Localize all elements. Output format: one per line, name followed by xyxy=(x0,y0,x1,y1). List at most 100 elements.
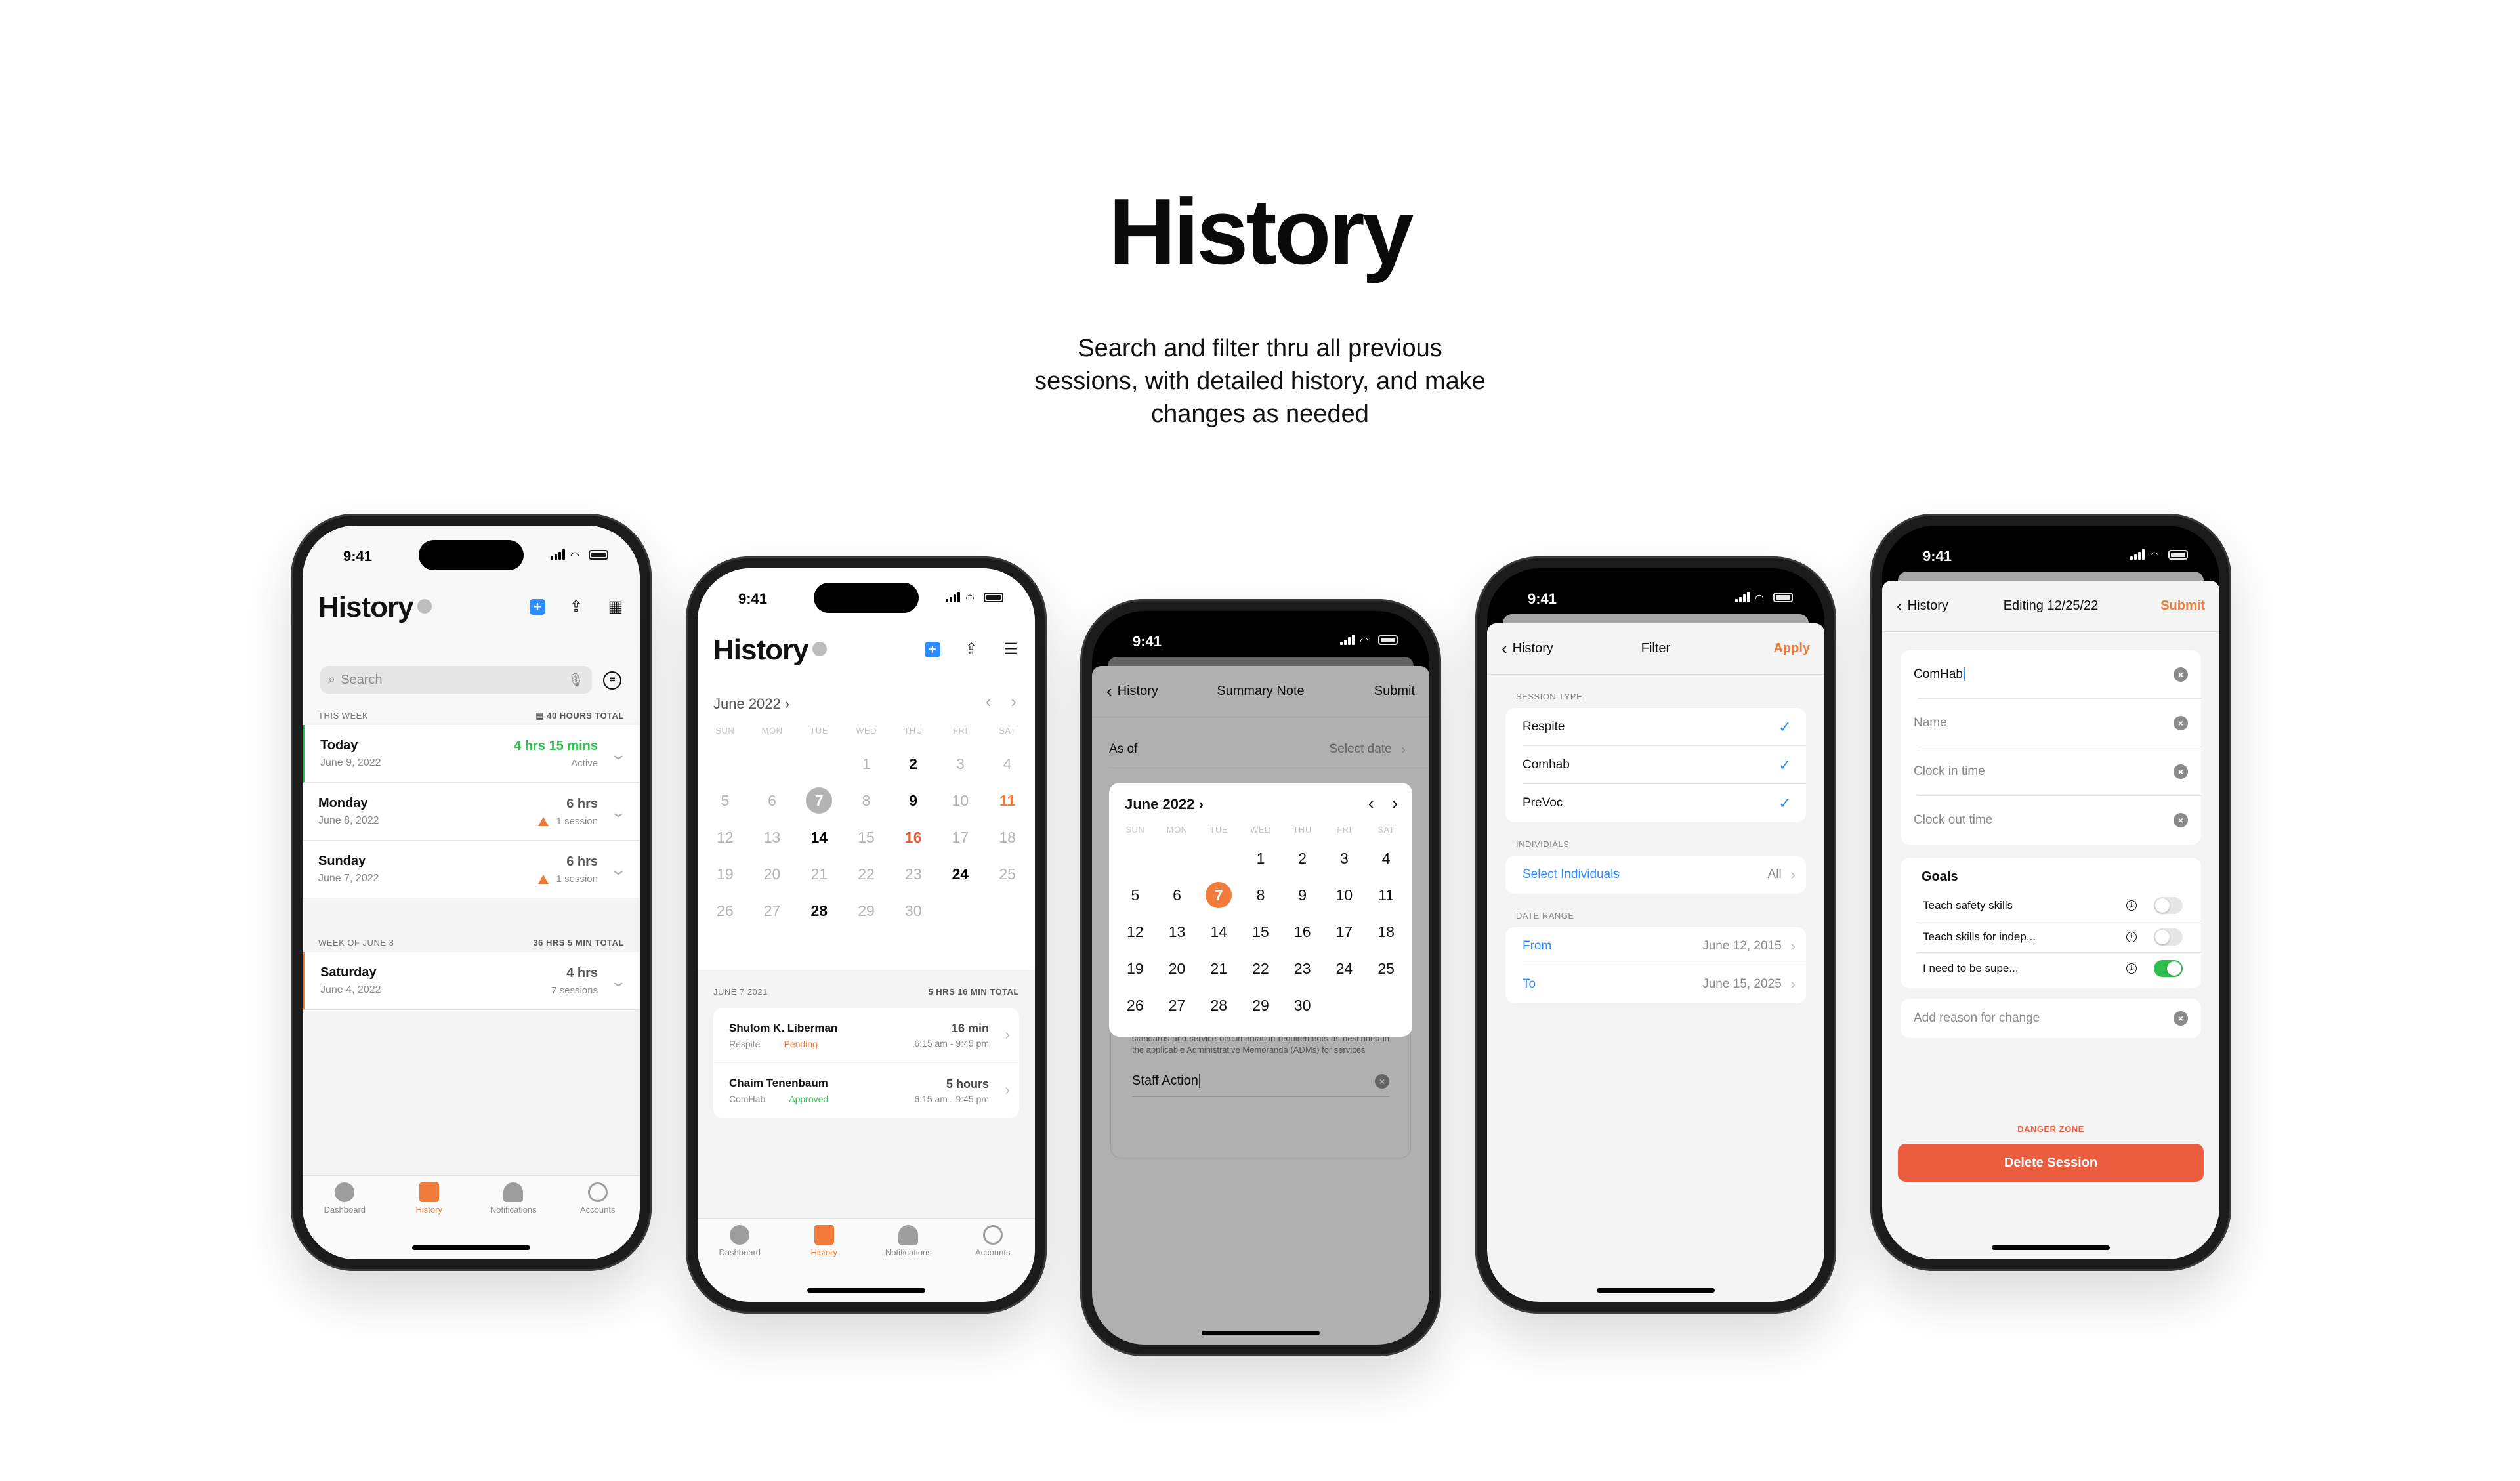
info-icon[interactable]: i xyxy=(2126,932,2137,942)
calendar-day[interactable]: 15 xyxy=(843,819,890,856)
prev-month-button[interactable]: ‹ xyxy=(986,692,992,712)
add-session-button[interactable]: + xyxy=(925,642,940,657)
session-type-field[interactable]: ComHab × xyxy=(1900,650,2201,699)
session-type-respite[interactable]: Respite ✓ xyxy=(1505,708,1806,746)
add-session-button[interactable]: + xyxy=(530,599,545,615)
calendar-day[interactable]: 20 xyxy=(1156,950,1198,987)
calendar-day[interactable]: 23 xyxy=(1282,950,1324,987)
tab-accounts[interactable]: Accounts xyxy=(565,1182,631,1259)
calendar-day[interactable]: 24 xyxy=(937,856,984,892)
calendar-day[interactable]: 14 xyxy=(1198,913,1240,950)
calendar-day[interactable]: 13 xyxy=(1156,913,1198,950)
chevron-down-icon[interactable]: ⌄ xyxy=(610,862,627,879)
calendar-day[interactable]: 17 xyxy=(937,819,984,856)
calendar-day[interactable]: 11 xyxy=(1365,877,1407,913)
session-type-comhab[interactable]: Comhab ✓ xyxy=(1505,746,1806,784)
goal-toggle[interactable] xyxy=(2154,960,2183,977)
clock-out-field[interactable]: Clock out time × xyxy=(1900,796,2201,845)
calendar-day[interactable]: 1 xyxy=(843,745,890,782)
day-row[interactable]: Saturday June 4, 2022 4 hrs 7 sessions ⌄ xyxy=(303,952,640,1010)
calendar-day[interactable]: 3 xyxy=(937,745,984,782)
back-button[interactable]: ‹ History xyxy=(1897,596,1948,616)
to-date-row[interactable]: To June 15, 2025 › xyxy=(1505,965,1806,1003)
goal-toggle[interactable] xyxy=(2154,928,2183,946)
calendar-day[interactable]: 19 xyxy=(702,856,749,892)
calendar-day[interactable]: 18 xyxy=(984,819,1031,856)
tab-dashboard[interactable]: Dashboard xyxy=(707,1225,772,1302)
calendar-day[interactable]: 29 xyxy=(843,892,890,929)
calendar-day[interactable]: 3 xyxy=(1324,840,1366,877)
calendar-day[interactable]: 22 xyxy=(1240,950,1282,987)
delete-session-button[interactable]: Delete Session xyxy=(1898,1144,2204,1182)
list-view-icon[interactable]: ☰ xyxy=(1002,640,1019,659)
search-input[interactable]: ⌕ Search 🎙 xyxy=(320,666,592,694)
month-selector[interactable]: June 2022 › xyxy=(713,696,789,713)
screen-title[interactable]: History xyxy=(318,591,432,624)
calendar-day[interactable]: 29 xyxy=(1240,987,1282,1024)
filter-button[interactable]: ≡ xyxy=(603,671,621,690)
clear-icon[interactable]: × xyxy=(2174,813,2188,827)
clear-icon[interactable]: × xyxy=(2174,716,2188,730)
calendar-day[interactable]: 25 xyxy=(984,856,1031,892)
share-icon[interactable]: ⇪ xyxy=(568,598,585,616)
chevron-down-icon[interactable] xyxy=(417,599,432,614)
session-row[interactable]: Chaim Tenenbaum ComHab Approved 5 hours 6:1… xyxy=(713,1063,1019,1118)
next-month-button[interactable]: › xyxy=(1011,692,1017,712)
calendar-day[interactable]: 25 xyxy=(1365,950,1407,987)
calendar-day[interactable]: 4 xyxy=(984,745,1031,782)
calendar-day[interactable]: 1 xyxy=(1240,840,1282,877)
calendar-day[interactable]: 26 xyxy=(1114,987,1156,1024)
calendar-day[interactable]: 16 xyxy=(890,819,937,856)
name-field[interactable]: Name × xyxy=(1900,699,2201,747)
calendar-day[interactable]: 8 xyxy=(843,782,890,819)
calendar-day[interactable]: 19 xyxy=(1114,950,1156,987)
calendar-day[interactable]: 23 xyxy=(890,856,937,892)
chevron-down-icon[interactable]: ⌄ xyxy=(610,973,627,990)
session-type-prevoc[interactable]: PreVoc ✓ xyxy=(1505,784,1806,822)
month-selector[interactable]: June 2022 › xyxy=(1125,796,1204,813)
calendar-day[interactable]: 16 xyxy=(1282,913,1324,950)
select-individuals-row[interactable]: Select Individuals All › xyxy=(1505,856,1806,894)
calendar-day[interactable]: 27 xyxy=(749,892,796,929)
clear-icon[interactable]: × xyxy=(2174,667,2188,682)
calendar-day[interactable]: 26 xyxy=(702,892,749,929)
info-icon[interactable]: i xyxy=(2126,963,2137,974)
tab-accounts[interactable]: Accounts xyxy=(960,1225,1026,1302)
calendar-day[interactable]: 11 xyxy=(984,782,1031,819)
day-row[interactable]: Sunday June 7, 2022 6 hrs 1 session ⌄ xyxy=(303,841,640,898)
calendar-day[interactable]: 21 xyxy=(1198,950,1240,987)
tab-dashboard[interactable]: Dashboard xyxy=(312,1182,377,1259)
calendar-day[interactable]: 2 xyxy=(890,745,937,782)
calendar-day[interactable]: 20 xyxy=(749,856,796,892)
prev-month-button[interactable]: ‹ xyxy=(1368,793,1374,814)
calendar-day[interactable]: 12 xyxy=(1114,913,1156,950)
calendar-day[interactable]: 10 xyxy=(937,782,984,819)
calendar-day[interactable]: 12 xyxy=(702,819,749,856)
screen-title[interactable]: History xyxy=(713,634,827,667)
back-button[interactable]: ‹ History xyxy=(1502,638,1553,659)
calendar-day[interactable]: 7 xyxy=(795,782,843,819)
submit-button[interactable]: Submit xyxy=(2160,598,2205,614)
clear-icon[interactable]: × xyxy=(2174,764,2188,779)
calendar-view-icon[interactable]: ▦ xyxy=(607,598,624,616)
calendar-day[interactable]: 10 xyxy=(1324,877,1366,913)
chevron-down-icon[interactable]: ⌄ xyxy=(610,746,627,763)
calendar-day[interactable]: 5 xyxy=(702,782,749,819)
calendar-day[interactable]: 21 xyxy=(795,856,843,892)
share-icon[interactable]: ⇪ xyxy=(963,640,980,659)
reason-input[interactable]: Add reason for change × xyxy=(1900,999,2201,1038)
calendar-day[interactable]: 6 xyxy=(749,782,796,819)
calendar-day[interactable]: 28 xyxy=(795,892,843,929)
session-row[interactable]: Shulom K. Liberman Respite Pending 16 min 6… xyxy=(713,1008,1019,1063)
calendar-day[interactable]: 9 xyxy=(1282,877,1324,913)
calendar-day[interactable]: 30 xyxy=(1282,987,1324,1024)
calendar-day[interactable]: 28 xyxy=(1198,987,1240,1024)
clock-in-field[interactable]: Clock in time × xyxy=(1900,747,2201,796)
day-row[interactable]: Today June 9, 2022 4 hrs 15 mins Active ⌄ xyxy=(303,725,640,783)
calendar-day[interactable]: 27 xyxy=(1156,987,1198,1024)
calendar-day[interactable]: 13 xyxy=(749,819,796,856)
calendar-day[interactable]: 17 xyxy=(1324,913,1366,950)
chevron-down-icon[interactable] xyxy=(812,642,827,657)
calendar-day[interactable]: 6 xyxy=(1156,877,1198,913)
next-month-button[interactable]: › xyxy=(1392,793,1398,814)
